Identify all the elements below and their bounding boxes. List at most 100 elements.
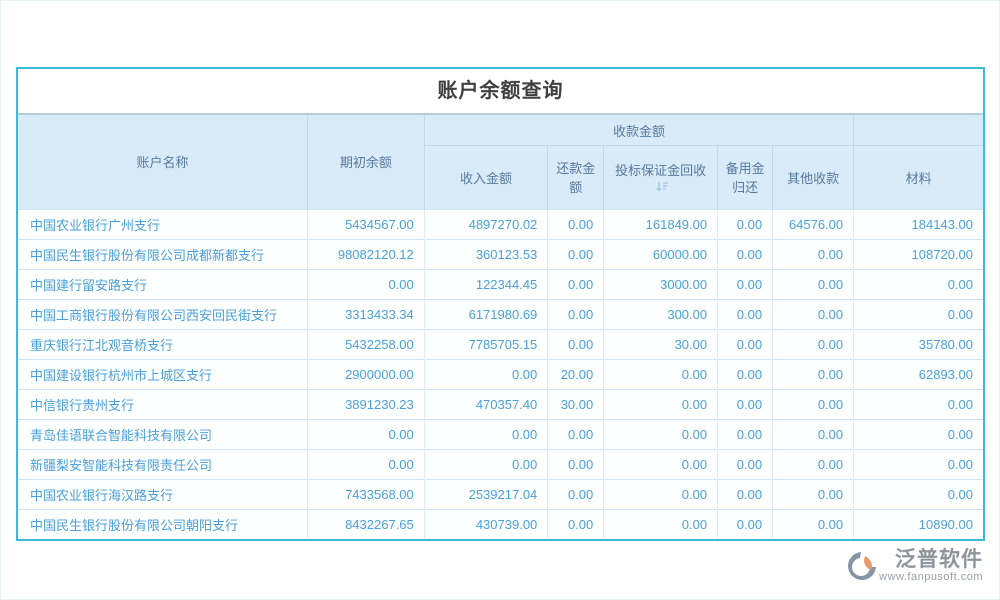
amount-cell: 62893.00 [854,359,983,389]
amount-cell: 184143.00 [854,209,983,239]
amount-cell: 0.00 [718,269,773,299]
account-name-cell: 青岛佳语联合智能科技有限公司 [18,419,308,449]
amount-cell: 0.00 [424,449,548,479]
table-body: 中国农业银行广州支行5434567.004897270.020.00161849… [18,209,983,539]
amount-cell: 0.00 [773,419,854,449]
fanpu-watermark: 泛普软件 www.fanpusoft.com [847,549,983,583]
amount-cell: 0.00 [718,479,773,509]
col-header-account-name: 账户名称 [18,115,308,209]
table-row[interactable]: 中国工商银行股份有限公司西安回民街支行3313433.346171980.690… [18,299,983,329]
col-group-receipts: 收款金额 [424,115,853,146]
table-row[interactable]: 中国建设银行杭州市上城区支行2900000.000.0020.000.000.0… [18,359,983,389]
table-row[interactable]: 新疆梨安智能科技有限责任公司0.000.000.000.000.000.000.… [18,449,983,479]
amount-cell: 360123.53 [424,239,548,269]
table-row[interactable]: 中国民生银行股份有限公司朝阳支行8432267.65430739.000.000… [18,509,983,539]
table-row[interactable]: 中国民生银行股份有限公司成都新都支行98082120.12360123.53 0.… [18,239,983,269]
amount-cell: 0.00 [854,299,983,329]
col-header-opening-balance: 期初余额 [308,115,425,209]
col-header-bid-deposit-recovery-label: 投标保证金回收 [615,163,706,178]
amount-cell: 5432258.00 [308,329,425,359]
amount-cell: 0.00 [604,359,718,389]
amount-cell: 3891230.23 [308,389,425,419]
fanpu-logo-icon [847,551,877,581]
table-row[interactable]: 中国农业银行广州支行5434567.004897270.020.00161849… [18,209,983,239]
col-header-petty-cash-return: 备用金归还 [718,146,773,209]
col-header-materials: 材料 [854,146,983,209]
page-title: 账户余额查询 [438,80,564,102]
account-balance-panel: 账户余额查询 账户名称 期初余额 收款金额 [16,67,985,541]
amount-cell: 0.00 [604,479,718,509]
amount-cell: 4897270.02 [424,209,548,239]
amount-cell: 30.00 [548,389,604,419]
amount-cell: 0.00 [718,449,773,479]
amount-cell: 0.00 [604,419,718,449]
amount-cell: 7433568.00 [308,479,425,509]
table-row[interactable]: 中国建行留安路支行0.00122344.450.003000.000.000.0… [18,269,983,299]
amount-cell: 3000.00 [604,269,718,299]
amount-cell: 3313433.34 [308,299,425,329]
amount-cell: 0.00 [854,449,983,479]
table-row[interactable]: 中国农业银行海汉路支行7433568.002539217.040.000.000… [18,479,983,509]
amount-cell: 161849.00 [604,209,718,239]
amount-cell: 0.00 [773,269,854,299]
amount-cell: 7785705.15 [424,329,548,359]
amount-cell: 98082120.12 [308,239,425,269]
watermark-url: www.fanpusoft.com [879,571,983,583]
table-row[interactable]: 青岛佳语联合智能科技有限公司0.000.000.000.000.000.000.… [18,419,983,449]
amount-cell: 0.00 [424,359,548,389]
amount-cell: 0.00 [548,299,604,329]
page: 账户余额查询 账户名称 期初余额 收款金额 [0,0,1000,600]
amount-cell: 0.00 [548,509,604,539]
amount-cell: 0.00 [718,239,773,269]
account-name-cell: 中国民生银行股份有限公司成都新都支行 [18,239,308,269]
watermark-text-block: 泛普软件 www.fanpusoft.com [879,549,983,583]
amount-cell: 108720.00 [854,239,983,269]
amount-cell: 6171980.69 [424,299,548,329]
amount-cell: 0.00 [773,359,854,389]
amount-cell: 470357.40 [424,389,548,419]
amount-cell: 8432267.65 [308,509,425,539]
amount-cell: 0.00 [548,479,604,509]
amount-cell: 0.00 [548,449,604,479]
amount-cell: 0.00 [773,389,854,419]
sort-amount-icon[interactable] [656,181,669,192]
col-group-materials-empty [854,115,983,146]
table-row[interactable]: 中信银行贵州支行3891230.23470357.4030.00 0.000.00… [18,389,983,419]
amount-cell: 0.00 [718,209,773,239]
amount-cell: 0.00 [548,209,604,239]
amount-cell: 0.00 [773,449,854,479]
account-name-cell: 中国工商银行股份有限公司西安回民街支行 [18,299,308,329]
account-name-cell: 重庆银行江北观音桥支行 [18,329,308,359]
amount-cell: 0.00 [773,239,854,269]
amount-cell: 10890.00 [854,509,983,539]
account-name-cell: 中国农业银行广州支行 [18,209,308,239]
amount-cell: 2900000.00 [308,359,425,389]
amount-cell: 60000.00 [604,239,718,269]
amount-cell: 5434567.00 [308,209,425,239]
amount-cell: 0.00 [718,359,773,389]
col-header-income: 收入金额 [424,146,548,209]
amount-cell: 122344.45 [424,269,548,299]
amount-cell: 300.00 [604,299,718,329]
amount-cell: 30.00 [604,329,718,359]
col-header-bid-deposit-recovery[interactable]: 投标保证金回收 [604,146,718,209]
amount-cell: 0.00 [718,419,773,449]
amount-cell: 2539217.04 [424,479,548,509]
amount-cell: 0.00 [718,389,773,419]
amount-cell: 0.00 [854,269,983,299]
amount-cell: 0.00 [548,329,604,359]
watermark-brand: 泛普软件 [895,549,983,571]
account-name-cell: 中国建设银行杭州市上城区支行 [18,359,308,389]
col-header-other-receipts: 其他收款 [773,146,854,209]
amount-cell: 64576.00 [773,209,854,239]
amount-cell: 0.00 [718,329,773,359]
account-name-cell: 中信银行贵州支行 [18,389,308,419]
amount-cell: 430739.00 [424,509,548,539]
panel-title-bar: 账户余额查询 [18,69,983,115]
account-name-cell: 中国农业银行海汉路支行 [18,479,308,509]
table-row[interactable]: 重庆银行江北观音桥支行5432258.007785705.150.0030.00… [18,329,983,359]
amount-cell: 0.00 [604,509,718,539]
amount-cell: 0.00 [854,479,983,509]
amount-cell: 35780.00 [854,329,983,359]
amount-cell: 0.00 [718,299,773,329]
